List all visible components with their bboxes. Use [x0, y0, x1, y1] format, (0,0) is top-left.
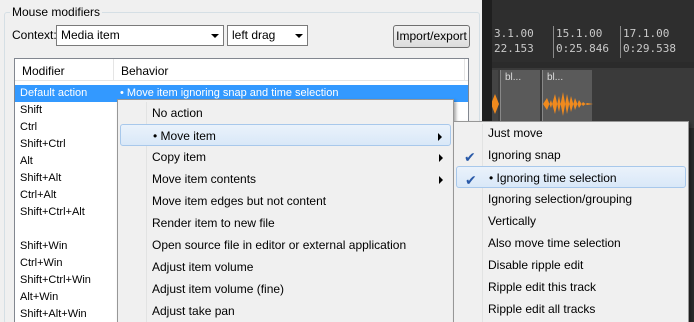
row-modifier: Shift [20, 104, 43, 116]
submenu-arrow-icon [439, 176, 443, 184]
menu-item[interactable]: Move item contents [120, 168, 451, 190]
marker-bar: 3.1.00 [494, 27, 534, 40]
submenu-item[interactable]: Just move [456, 122, 686, 144]
menu-item-label: Adjust item volume [152, 260, 254, 274]
submenu-item[interactable]: Vertically [456, 210, 686, 232]
column-divider[interactable] [464, 59, 465, 81]
menu-item-label: Copy item [152, 150, 207, 164]
group-title: Mouse modifiers [10, 5, 103, 19]
action-select-value: left drag [232, 28, 276, 42]
media-item[interactable]: bl... [542, 70, 593, 124]
media-item-name: bl... [505, 72, 522, 83]
menu-item-label: Adjust take pan [152, 304, 235, 318]
waveform-shape [491, 94, 499, 114]
submenu-item-label: • Ignoring time selection [489, 171, 617, 185]
menu-item[interactable]: Render item to new file [120, 212, 451, 234]
menu-item-label: Open source file in editor or external a… [152, 238, 407, 252]
timeline-ruler[interactable]: 3.1.00 22.153 15.1.00 0:25.846 17.1.00 0… [482, 0, 694, 62]
column-header-behavior[interactable]: Behavior [121, 64, 168, 78]
row-modifier: Alt [20, 155, 33, 167]
marker-bar: 15.1.00 [556, 27, 603, 40]
marker-time: 22.153 [494, 42, 534, 55]
menu-item[interactable]: Open source file in editor or external a… [120, 234, 451, 256]
row-modifier: Shift+Alt [20, 172, 62, 184]
submenu-arrow-icon [438, 133, 442, 141]
menu-item[interactable]: Adjust item volume [120, 256, 451, 278]
import-export-button[interactable]: Import/export [393, 25, 470, 48]
menu-item-label: Render item to new file [152, 216, 275, 230]
ruler-tick [553, 26, 554, 58]
column-divider[interactable] [113, 59, 114, 81]
move-item-submenu: Just move ✔ Ignoring snap ✔ • Ignoring time … [453, 121, 689, 322]
submenu-item[interactable]: ✔ Ignoring snap [456, 144, 686, 166]
column-header-modifier[interactable]: Modifier [22, 64, 65, 78]
row-modifier: Alt+Win [20, 291, 59, 303]
submenu-item-label: Also move time selection [488, 236, 621, 250]
menu-item-label: No action [152, 106, 203, 120]
menu-item[interactable]: Move item edges but not content [120, 190, 451, 212]
waveform-shape [543, 92, 593, 116]
row-modifier: Default action [20, 87, 88, 99]
row-modifier: Shift+Win [20, 240, 68, 252]
marker-time: 0:25.846 [556, 42, 609, 55]
check-icon: ✔ [464, 149, 476, 165]
context-select[interactable]: Media item [56, 25, 224, 46]
ruler-tick [620, 26, 621, 58]
submenu-arrow-icon [439, 154, 443, 162]
menu-item[interactable]: No action [120, 102, 451, 124]
row-modifier: Ctrl+Win [20, 257, 63, 269]
chevron-down-icon [211, 34, 219, 38]
list-header: Modifier Behavior [15, 59, 468, 81]
menu-item-label: • Move item [153, 129, 216, 143]
media-item[interactable]: bl... [500, 70, 540, 124]
submenu-item-label: Vertically [488, 214, 537, 228]
behavior-menu: No action • Move item Copy item Move item c… [117, 99, 454, 322]
submenu-item-label: Disable ripple edit [488, 258, 584, 272]
row-modifier: Shift+Ctrl+Win [20, 274, 91, 286]
context-select-value: Media item [61, 28, 120, 42]
chevron-down-icon [295, 34, 303, 38]
marker-bar: 17.1.00 [623, 27, 670, 40]
submenu-item[interactable]: Disable ripple edit [456, 254, 686, 276]
row-modifier: Shift+Ctrl+Alt [20, 206, 85, 218]
submenu-item-label: Ripple edit all tracks [488, 302, 596, 316]
submenu-item[interactable]: Ripple edit this track [456, 276, 686, 298]
row-modifier: Ctrl+Alt [20, 189, 57, 201]
row-modifier: Ctrl [20, 121, 38, 133]
marker-time: 0:29.538 [623, 42, 676, 55]
waveform [491, 94, 499, 114]
menu-item-label: Move item edges but not content [152, 194, 327, 208]
media-item-name: bl... [547, 72, 564, 83]
menu-item[interactable]: Adjust item volume (fine) [120, 278, 451, 300]
menu-item[interactable]: Adjust take pan [120, 300, 451, 322]
menu-item[interactable]: Copy item [120, 146, 451, 168]
submenu-item-label: Ignoring selection/grouping [488, 192, 633, 206]
submenu-item-label: Ignoring snap [488, 148, 561, 162]
submenu-item[interactable]: Also move time selection [456, 232, 686, 254]
menu-item[interactable]: • Move item [120, 124, 451, 146]
menu-item-label: Move item contents [152, 172, 257, 186]
context-label: Context: [12, 28, 57, 42]
row-modifier: Shift+Alt+Win [20, 308, 87, 320]
submenu-item-label: Just move [488, 126, 543, 140]
action-select[interactable]: left drag [227, 25, 308, 46]
submenu-item[interactable]: Ripple edit all tracks [456, 298, 686, 320]
submenu-item-label: Ripple edit this track [488, 280, 597, 294]
menu-item-label: Adjust item volume (fine) [152, 282, 285, 296]
submenu-item[interactable]: ✔ • Ignoring time selection [456, 166, 686, 188]
waveform [543, 92, 593, 116]
submenu-item[interactable]: Ignoring selection/grouping [456, 188, 686, 210]
row-modifier: Shift+Ctrl [20, 138, 66, 150]
